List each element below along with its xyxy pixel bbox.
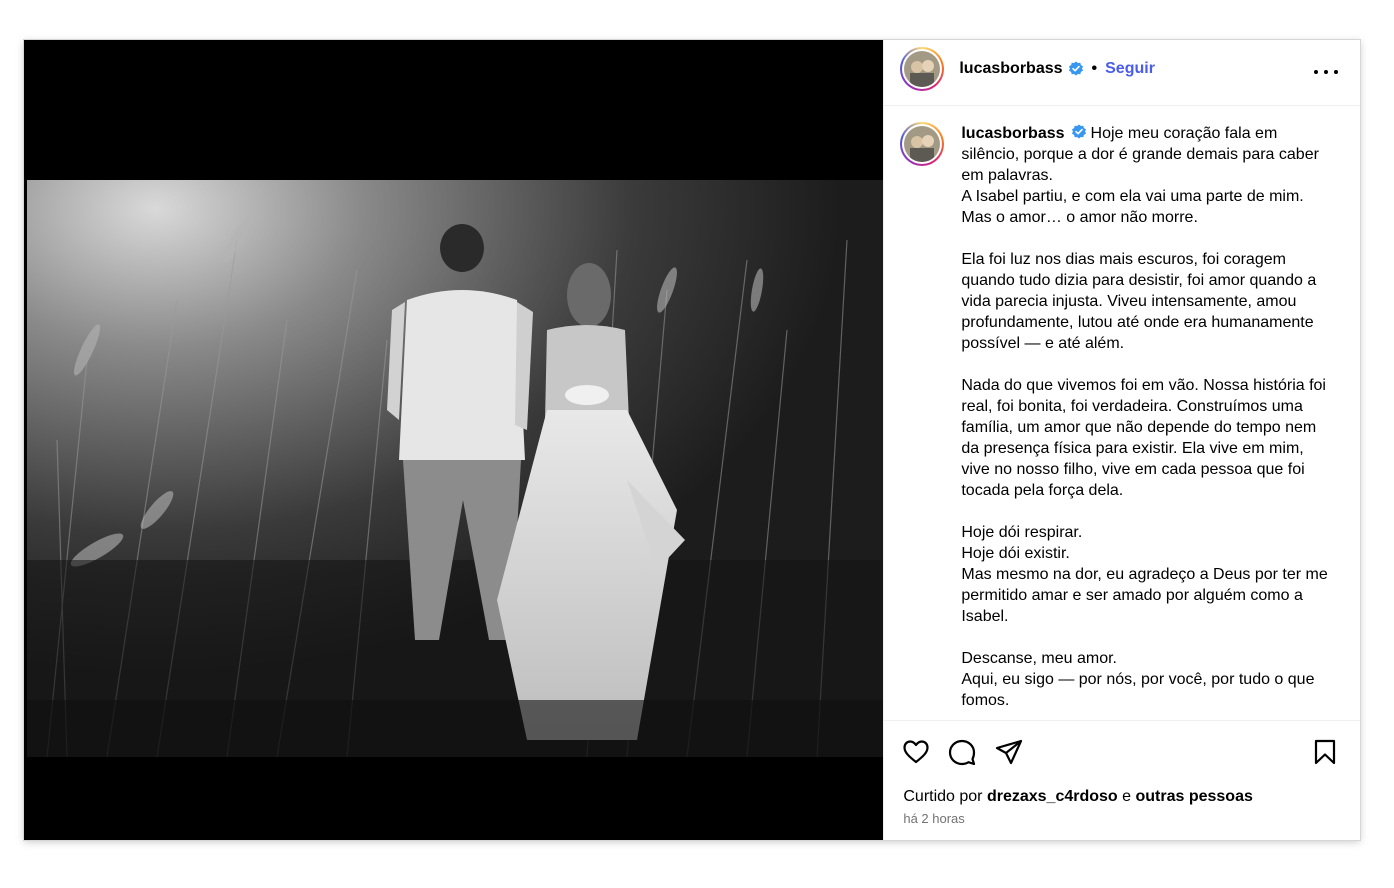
verified-badge-icon [1068, 61, 1084, 77]
share-icon[interactable] [994, 737, 1024, 767]
caption-scroll-area[interactable]: lucasborbass Hoje meu coração fala em sil… [884, 106, 1360, 720]
liked-by-user[interactable]: drezaxs_c4rdoso [987, 788, 1118, 805]
likes-others-link[interactable]: outras pessoas [1135, 788, 1252, 805]
post-timestamp[interactable]: há 2 horas [903, 811, 964, 826]
verified-badge-icon [1071, 124, 1087, 140]
comment-icon[interactable] [947, 737, 977, 767]
caption-author-avatar[interactable] [900, 122, 945, 166]
caption-username[interactable]: lucasborbass [961, 125, 1064, 142]
likes-prefix: Curtido por [903, 788, 987, 805]
likes-conjunction: e [1117, 788, 1136, 805]
post-media[interactable] [24, 40, 884, 840]
post-side-panel: lucasborbass • Seguir lucasborbass Hoje … [883, 40, 1360, 840]
separator-dot: • [1091, 60, 1098, 77]
caption-body: Hoje meu coração fala em silêncio, porqu… [961, 125, 1328, 709]
post-caption: lucasborbass Hoje meu coração fala em sil… [961, 123, 1329, 711]
bookmark-icon[interactable] [1310, 737, 1340, 767]
header-user-row: lucasborbass • Seguir [959, 59, 1155, 79]
more-options-icon[interactable] [1314, 60, 1338, 84]
post-actions: Curtido por drezaxs_c4rdoso e outras pes… [884, 720, 1360, 841]
post-header: lucasborbass • Seguir [884, 40, 1360, 106]
likes-summary: Curtido por drezaxs_c4rdoso e outras pes… [903, 787, 1253, 807]
post-card: lucasborbass • Seguir lucasborbass Hoje … [24, 40, 1360, 840]
post-photo [27, 180, 884, 757]
heart-icon[interactable] [901, 737, 931, 767]
follow-button[interactable]: Seguir [1105, 59, 1155, 79]
author-avatar[interactable] [900, 47, 945, 91]
author-username[interactable]: lucasborbass [959, 59, 1062, 79]
